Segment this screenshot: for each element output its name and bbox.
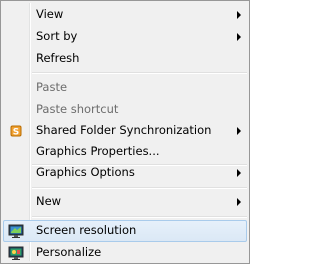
menu-item-shared-folder-sync-label: Shared Folder Synchronization xyxy=(36,123,212,137)
menu-item-paste: Paste xyxy=(3,77,247,99)
menu-separator xyxy=(32,187,247,189)
menu-item-sort-by-label: Sort by xyxy=(36,29,78,43)
menu-item-graphics-properties-label: Graphics Properties... xyxy=(36,144,160,158)
svg-text:S: S xyxy=(13,128,19,138)
shared-folder-sync-icon: S xyxy=(8,123,24,139)
menu-item-new-label: New xyxy=(36,194,62,208)
submenu-arrow-icon xyxy=(237,33,241,41)
menu-item-view[interactable]: View xyxy=(3,4,247,26)
menu-item-paste-shortcut: Paste shortcut xyxy=(3,99,247,121)
menu-item-graphics-options[interactable]: Graphics Options xyxy=(3,162,247,184)
menu-item-paste-label: Paste xyxy=(36,80,68,94)
submenu-arrow-icon xyxy=(237,169,241,177)
personalize-monitor-icon xyxy=(8,245,24,261)
monitor-icon xyxy=(8,223,24,239)
menu-item-screen-resolution-label: Screen resolution xyxy=(36,223,137,237)
menu-item-personalize-label: Personalize xyxy=(36,245,102,259)
menu-item-new[interactable]: New xyxy=(3,191,247,213)
menu-item-view-label: View xyxy=(36,7,64,21)
menu-item-personalize[interactable]: Personalize xyxy=(3,242,247,264)
menu-item-screen-resolution[interactable]: Screen resolution xyxy=(3,220,247,242)
menu-item-refresh[interactable]: Refresh xyxy=(3,48,247,70)
menu-item-paste-shortcut-label: Paste shortcut xyxy=(36,102,119,116)
menu-item-sort-by[interactable]: Sort by xyxy=(3,26,247,48)
submenu-arrow-icon xyxy=(237,11,241,19)
menu-item-graphics-properties[interactable]: Graphics Properties... xyxy=(3,141,247,163)
menu-item-refresh-label: Refresh xyxy=(36,51,80,65)
menu-separator xyxy=(32,72,247,74)
menu-item-shared-folder-sync[interactable]: S Shared Folder Synchronization xyxy=(3,120,247,142)
desktop-context-menu: View Sort by Refresh Paste Paste shortcu… xyxy=(0,0,250,264)
submenu-arrow-icon xyxy=(237,198,241,206)
submenu-arrow-icon xyxy=(237,127,241,135)
menu-item-graphics-options-label: Graphics Options xyxy=(36,165,135,179)
menu-separator xyxy=(32,216,247,218)
